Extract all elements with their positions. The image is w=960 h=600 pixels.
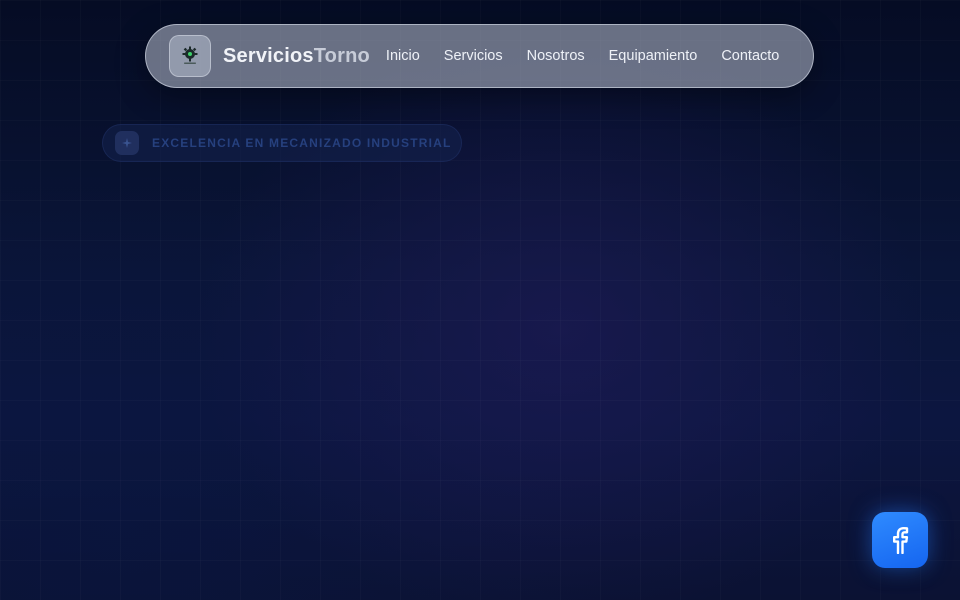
sparkle-icon bbox=[115, 131, 139, 155]
brand-name[interactable]: Servicios Torno bbox=[223, 45, 370, 68]
brand-name-primary: Servicios bbox=[223, 44, 314, 67]
top-navbar: Servicios Torno Inicio Servicios Nosotros… bbox=[145, 24, 814, 88]
nav-links: Inicio Servicios Nosotros Equipamiento C… bbox=[386, 48, 779, 64]
hero-badge-text: EXCELENCIA EN MECANIZADO INDUSTRIAL bbox=[152, 136, 452, 150]
nav-link-equipamiento[interactable]: Equipamiento bbox=[609, 48, 698, 64]
hero-badge: EXCELENCIA EN MECANIZADO INDUSTRIAL bbox=[102, 124, 462, 162]
nav-link-contacto[interactable]: Contacto bbox=[721, 48, 779, 64]
brand-logo[interactable] bbox=[169, 35, 211, 77]
nav-link-nosotros[interactable]: Nosotros bbox=[527, 48, 585, 64]
nav-link-servicios[interactable]: Servicios bbox=[444, 48, 503, 64]
brand-name-secondary: Torno bbox=[313, 44, 370, 67]
nav-link-inicio[interactable]: Inicio bbox=[386, 48, 420, 64]
gear-logo-icon bbox=[182, 46, 198, 64]
facebook-icon bbox=[893, 527, 909, 554]
facebook-button[interactable] bbox=[872, 512, 928, 568]
background-grid bbox=[0, 0, 960, 600]
